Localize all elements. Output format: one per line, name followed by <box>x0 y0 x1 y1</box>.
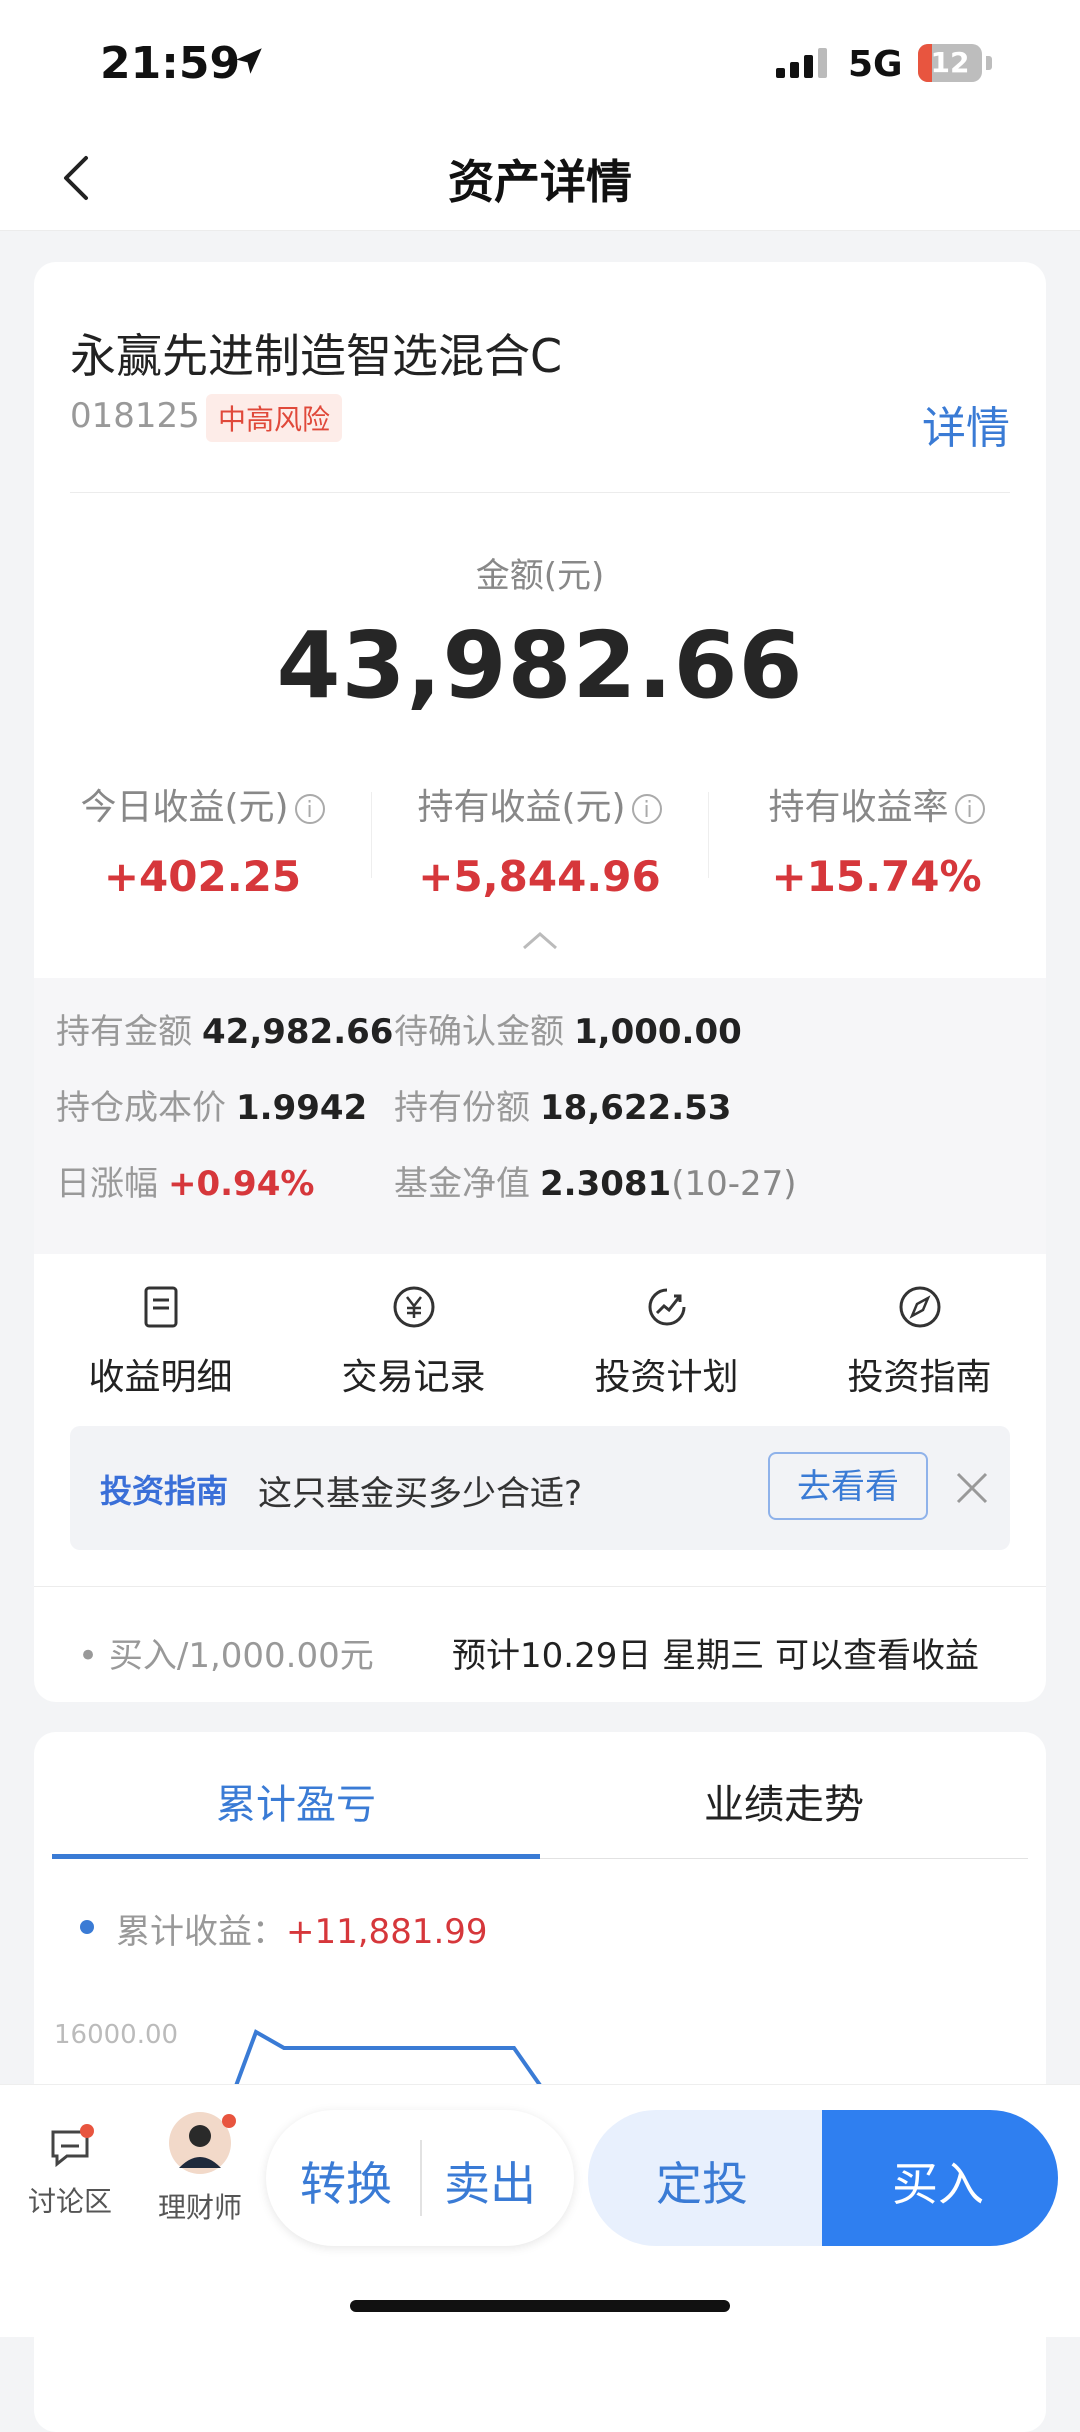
chart-legend: 累计收益：+11,881.99 <box>116 1912 488 1952</box>
action-label: 投资计划 <box>594 1357 739 1398</box>
close-icon[interactable] <box>952 1468 992 1508</box>
tab-cumulative-profit[interactable]: 累计盈亏 <box>52 1772 540 1830</box>
nav-value-row: 基金净值 2.3081(10-27) <box>394 1164 797 1204</box>
battery-level: 12 <box>930 46 970 79</box>
discussion-label: 讨论区 <box>27 2185 112 2218</box>
pending-amount-row: 待确认金额 1,000.00 <box>394 1012 742 1052</box>
tab-active-indicator <box>52 1854 540 1859</box>
guide-view-button[interactable]: 去看看 <box>768 1452 928 1520</box>
advisor-button[interactable]: 理财师 <box>150 2112 250 2226</box>
guide-banner[interactable]: 投资指南 这只基金买多少合适? 去看看 <box>70 1426 1010 1550</box>
amount-label: 金额(元) <box>475 556 605 596</box>
daily-change-row: 日涨幅 +0.94% <box>56 1164 315 1204</box>
discussion-button[interactable]: 讨论区 <box>20 2124 120 2220</box>
action-label: 收益明细 <box>88 1357 233 1398</box>
guide-brand: 投资指南 <box>100 1472 229 1510</box>
legend-marker <box>80 1920 94 1934</box>
notification-dot <box>80 2124 94 2138</box>
info-icon[interactable]: i <box>631 794 662 824</box>
convert-sell-group: 转换 卖出 <box>266 2110 574 2246</box>
chevron-up-icon[interactable] <box>520 928 560 952</box>
pending-order-note: • 买入/1,000.00元 <box>78 1636 374 1676</box>
guide-text: 这只基金买多少合适? <box>258 1474 583 1514</box>
stat-value: +402.25 <box>103 852 302 901</box>
buy-button[interactable]: 买入 <box>822 2110 1058 2246</box>
yuan-icon <box>393 1286 434 1328</box>
divider <box>70 492 1010 493</box>
compass-icon <box>899 1286 940 1328</box>
holding-details-panel: 持有金额 42,982.66 待确认金额 1,000.00 持仓成本价 1.9942 … <box>34 978 1046 1254</box>
action-profit-details[interactable]: 收益明细 <box>34 1284 287 1400</box>
buy-label: 买入 <box>892 2157 984 2211</box>
battery-tip <box>986 56 992 70</box>
action-transactions[interactable]: 交易记录 <box>287 1284 540 1400</box>
info-icon[interactable]: i <box>294 794 325 824</box>
stat-value: +5,844.96 <box>418 852 661 901</box>
divider <box>420 2140 422 2216</box>
sip-button[interactable]: 定投 <box>588 2110 848 2246</box>
pending-order-estimate: 预计10.29日 星期三 可以查看收益 <box>452 1636 979 1676</box>
action-investment-guide[interactable]: 投资指南 <box>793 1284 1046 1400</box>
network-type: 5G <box>848 44 903 85</box>
document-icon <box>144 1286 177 1328</box>
stat-value: +15.74% <box>771 852 982 901</box>
stat-label: 今日收益(元) <box>80 787 289 828</box>
home-indicator <box>350 2300 730 2312</box>
advisor-label: 理财师 <box>157 2191 242 2224</box>
tab-performance-trend[interactable]: 业绩走势 <box>540 1772 1028 1830</box>
page-title: 资产详情 <box>448 155 632 209</box>
cost-price-row: 持仓成本价 1.9942 <box>56 1088 368 1128</box>
fund-code: 018125 <box>70 396 200 436</box>
action-label: 交易记录 <box>341 1357 486 1398</box>
stat-holding-profit: 持有收益(元) i +5,844.96 <box>371 778 708 901</box>
asset-card: 永赢先进制造智选混合C 018125 中高风险 详情 金额(元) 43,982.… <box>34 262 1046 1702</box>
trend-icon <box>648 1288 685 1326</box>
sell-button[interactable]: 卖出 <box>444 2148 536 2214</box>
notification-dot <box>222 2114 236 2128</box>
battery-icon: 12 <box>918 44 982 82</box>
signal-icon <box>776 48 827 78</box>
stat-label: 持有收益率 <box>768 787 949 828</box>
shares-row: 持有份额 18,622.53 <box>394 1088 732 1128</box>
info-icon[interactable]: i <box>954 794 985 824</box>
sip-label: 定投 <box>656 2157 748 2211</box>
status-time: 21:59 <box>100 38 241 89</box>
stat-holding-return: 持有收益率 i +15.74% <box>708 778 1045 901</box>
fund-name: 永赢先进制造智选混合C <box>70 329 563 383</box>
location-arrow-icon <box>236 48 262 74</box>
stat-today-profit: 今日收益(元) i +402.25 <box>34 778 371 901</box>
fund-detail-link[interactable]: 详情 <box>922 392 1010 456</box>
hold-amount-row: 持有金额 42,982.66 <box>56 1012 394 1052</box>
stat-label: 持有收益(元) <box>417 787 626 828</box>
amount-value: 43,982.66 <box>276 612 804 719</box>
risk-badge: 中高风险 <box>206 394 343 442</box>
action-label: 投资指南 <box>847 1357 992 1398</box>
divider <box>34 1586 1046 1587</box>
convert-button[interactable]: 转换 <box>300 2148 392 2214</box>
action-investment-plan[interactable]: 投资计划 <box>540 1284 793 1400</box>
